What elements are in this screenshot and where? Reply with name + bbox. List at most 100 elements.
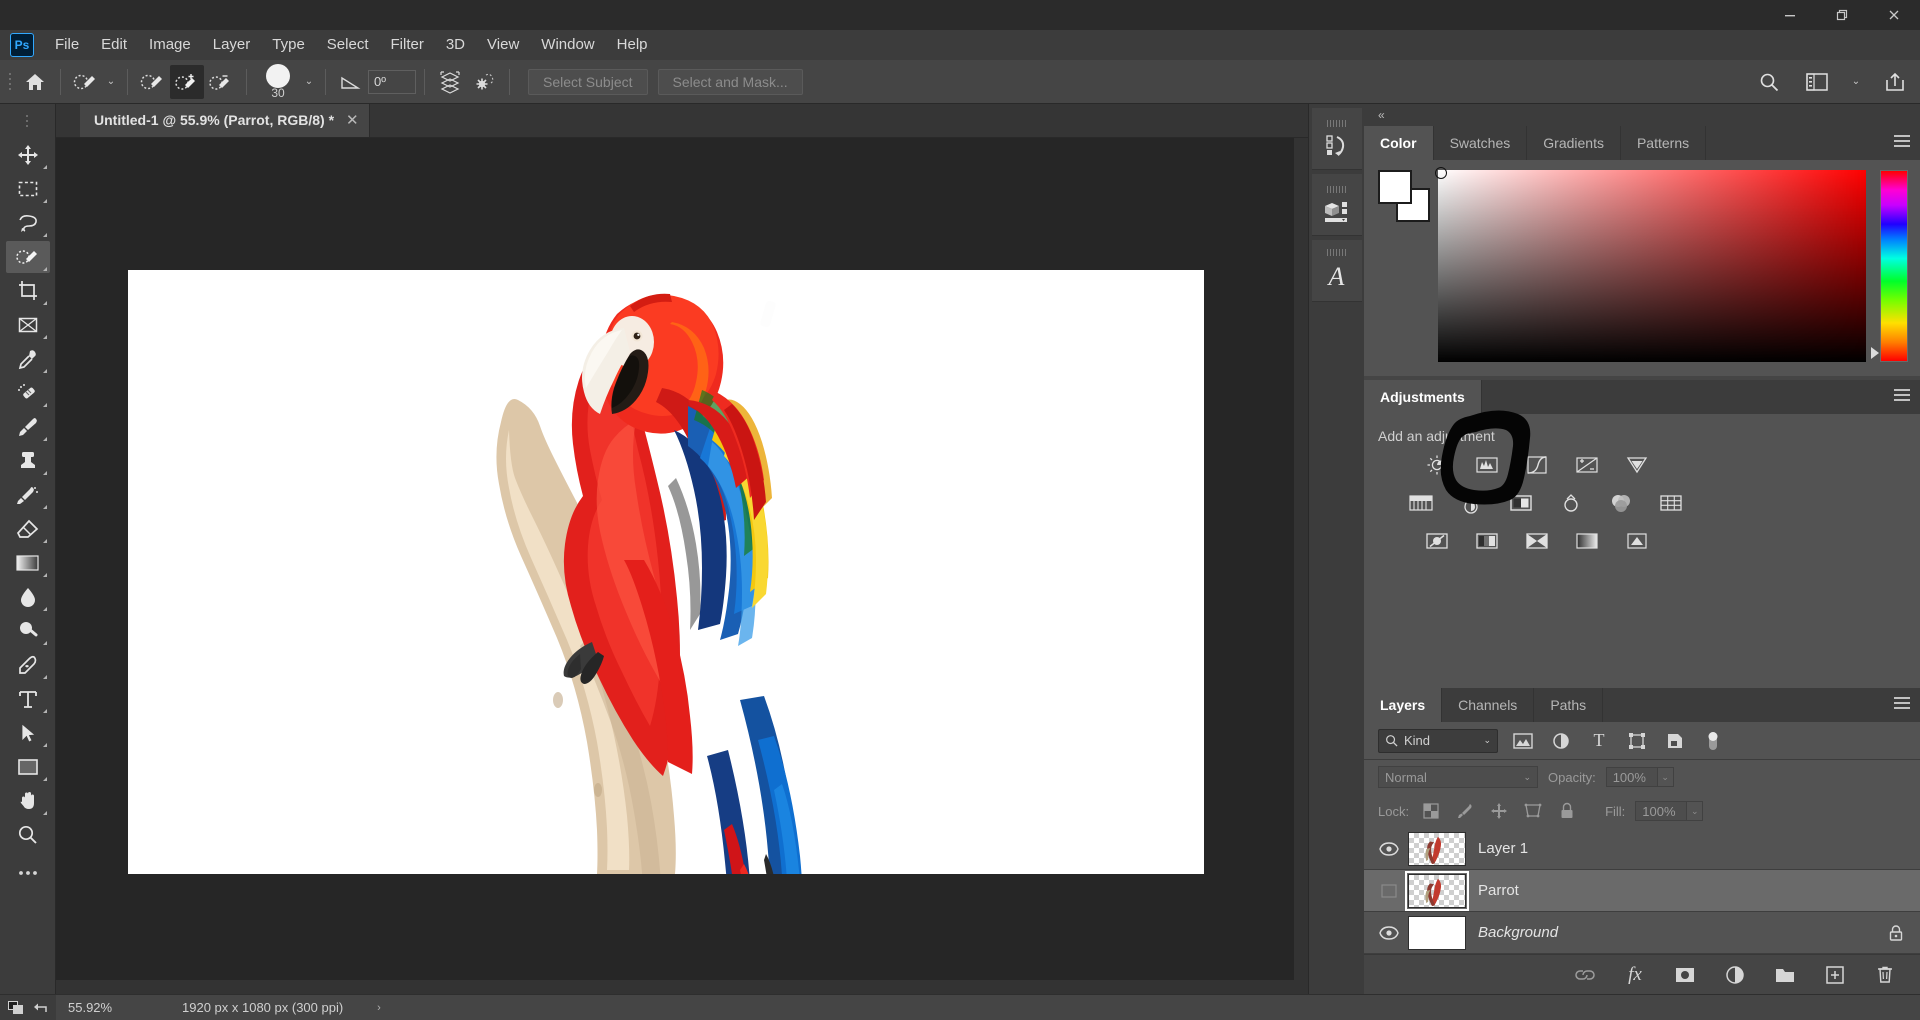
toolbar-grip[interactable] xyxy=(21,107,33,135)
close-icon[interactable]: ✕ xyxy=(346,111,359,129)
edit-toolbar-button[interactable] xyxy=(6,857,50,889)
workspace-caret-icon[interactable]: ⌄ xyxy=(1848,67,1864,97)
tab-adjustments[interactable]: Adjustments xyxy=(1364,380,1482,414)
add-layer-mask-icon[interactable] xyxy=(1672,962,1698,988)
lasso-tool[interactable] xyxy=(6,207,50,239)
blend-mode-select[interactable]: Normal ⌄ xyxy=(1378,766,1538,788)
brush-size-preview[interactable]: 30 xyxy=(255,64,301,100)
filter-pixel-layers-icon[interactable] xyxy=(1510,729,1536,753)
history-panel-icon[interactable] xyxy=(1312,108,1362,170)
color-balance-adjustment-icon[interactable] xyxy=(1458,492,1484,514)
opacity-control[interactable]: 100% ⌄ xyxy=(1606,767,1674,787)
minimize-button[interactable] xyxy=(1764,0,1816,30)
fill-control[interactable]: 100% ⌄ xyxy=(1635,801,1703,821)
tab-paths[interactable]: Paths xyxy=(1534,688,1603,722)
lock-transparent-pixels-icon[interactable] xyxy=(1419,800,1443,822)
screen-mode-icon[interactable] xyxy=(8,1001,24,1015)
close-button[interactable] xyxy=(1868,0,1920,30)
filter-shape-layers-icon[interactable] xyxy=(1624,729,1650,753)
new-adjustment-layer-icon[interactable] xyxy=(1722,962,1748,988)
3d-panel-icon[interactable] xyxy=(1312,174,1362,236)
zoom-tool[interactable] xyxy=(6,819,50,851)
filter-smart-object-icon[interactable] xyxy=(1662,729,1688,753)
color-picker-field[interactable] xyxy=(1438,170,1866,362)
gradient-tool[interactable] xyxy=(6,547,50,579)
color-lookup-adjustment-icon[interactable] xyxy=(1658,492,1684,514)
new-group-icon[interactable] xyxy=(1772,962,1798,988)
tool-preset-picker[interactable] xyxy=(69,65,103,99)
undo-arrow-icon[interactable] xyxy=(32,1001,48,1015)
brightness-contrast-adjustment-icon[interactable] xyxy=(1424,454,1450,476)
layer-name[interactable]: Layer 1 xyxy=(1478,840,1528,857)
table-row[interactable]: Background xyxy=(1364,912,1920,954)
selective-color-adjustment-icon[interactable] xyxy=(1624,530,1650,552)
home-button[interactable] xyxy=(18,65,52,99)
frame-tool[interactable] xyxy=(6,309,50,341)
tab-patterns[interactable]: Patterns xyxy=(1621,126,1706,160)
canvas-work-area[interactable] xyxy=(56,138,1308,994)
brush-tool[interactable] xyxy=(6,411,50,443)
layer-thumbnail[interactable] xyxy=(1408,832,1466,866)
rectangular-marquee-tool[interactable] xyxy=(6,173,50,205)
layer-filter-kind-select[interactable]: Kind ⌄ xyxy=(1378,729,1498,753)
menu-window[interactable]: Window xyxy=(530,31,605,59)
filter-type-layers-icon[interactable]: T xyxy=(1586,729,1612,753)
character-panel-icon[interactable]: A xyxy=(1312,240,1362,302)
document-canvas[interactable] xyxy=(128,270,1204,874)
chevron-down-icon[interactable]: ⌄ xyxy=(1687,801,1703,821)
blur-tool[interactable] xyxy=(6,581,50,613)
layer-visibility-toggle[interactable] xyxy=(1370,926,1408,940)
menu-select[interactable]: Select xyxy=(316,31,380,59)
move-tool[interactable] xyxy=(6,139,50,171)
layer-visibility-toggle[interactable] xyxy=(1370,842,1408,856)
layer-name[interactable]: Parrot xyxy=(1478,882,1519,899)
selection-mode-add[interactable] xyxy=(170,65,204,99)
spot-healing-brush-tool[interactable] xyxy=(6,377,50,409)
panel-menu-icon[interactable] xyxy=(1894,389,1910,401)
status-caret-icon[interactable]: › xyxy=(377,1002,381,1014)
vibrance-adjustment-icon[interactable] xyxy=(1624,454,1650,476)
menu-type[interactable]: Type xyxy=(261,31,316,59)
canvas-horizontal-scrollbar[interactable] xyxy=(56,980,1294,994)
menu-3d[interactable]: 3D xyxy=(435,31,476,59)
table-row[interactable]: Parrot xyxy=(1364,870,1920,912)
hue-slider[interactable] xyxy=(1880,170,1908,362)
workspace-layout-icon[interactable] xyxy=(1800,65,1834,99)
rectangle-tool[interactable] xyxy=(6,751,50,783)
black-white-adjustment-icon[interactable] xyxy=(1508,492,1534,514)
menu-edit[interactable]: Edit xyxy=(90,31,138,59)
layer-visibility-toggle[interactable] xyxy=(1370,883,1408,899)
lock-position-icon[interactable] xyxy=(1487,800,1511,822)
new-layer-icon[interactable] xyxy=(1822,962,1848,988)
invert-adjustment-icon[interactable] xyxy=(1424,530,1450,552)
filter-adjustment-layers-icon[interactable] xyxy=(1548,729,1574,753)
opacity-value[interactable]: 100% xyxy=(1606,767,1658,787)
photo-filter-adjustment-icon[interactable] xyxy=(1558,492,1584,514)
status-zoom-level[interactable]: 55.92% xyxy=(56,1000,142,1015)
tool-preset-caret-icon[interactable]: ⌄ xyxy=(103,67,119,97)
sample-all-layers-button[interactable] xyxy=(433,65,467,99)
history-brush-tool[interactable] xyxy=(6,479,50,511)
selection-mode-new[interactable] xyxy=(136,65,170,99)
gradient-map-adjustment-icon[interactable] xyxy=(1574,530,1600,552)
threshold-adjustment-icon[interactable] xyxy=(1524,530,1550,552)
hue-saturation-adjustment-icon[interactable] xyxy=(1408,492,1434,514)
filter-toggle-icon[interactable] xyxy=(1700,729,1726,753)
maximize-button[interactable] xyxy=(1816,0,1868,30)
tab-swatches[interactable]: Swatches xyxy=(1434,126,1528,160)
menu-image[interactable]: Image xyxy=(138,31,202,59)
brush-angle-input[interactable]: 0º xyxy=(368,70,416,94)
tab-gradients[interactable]: Gradients xyxy=(1527,126,1621,160)
menu-view[interactable]: View xyxy=(476,31,530,59)
lock-artboard-nesting-icon[interactable] xyxy=(1521,800,1545,822)
search-icon[interactable] xyxy=(1752,65,1786,99)
layer-thumbnail[interactable] xyxy=(1408,916,1466,950)
lock-all-icon[interactable] xyxy=(1555,800,1579,822)
panel-menu-icon[interactable] xyxy=(1894,135,1910,147)
layer-name[interactable]: Background xyxy=(1478,924,1558,941)
channel-mixer-adjustment-icon[interactable] xyxy=(1608,492,1634,514)
chevron-down-icon[interactable]: ⌄ xyxy=(1658,767,1674,787)
pen-tool[interactable] xyxy=(6,649,50,681)
eraser-tool[interactable] xyxy=(6,513,50,545)
canvas-vertical-scrollbar[interactable] xyxy=(1294,138,1308,994)
